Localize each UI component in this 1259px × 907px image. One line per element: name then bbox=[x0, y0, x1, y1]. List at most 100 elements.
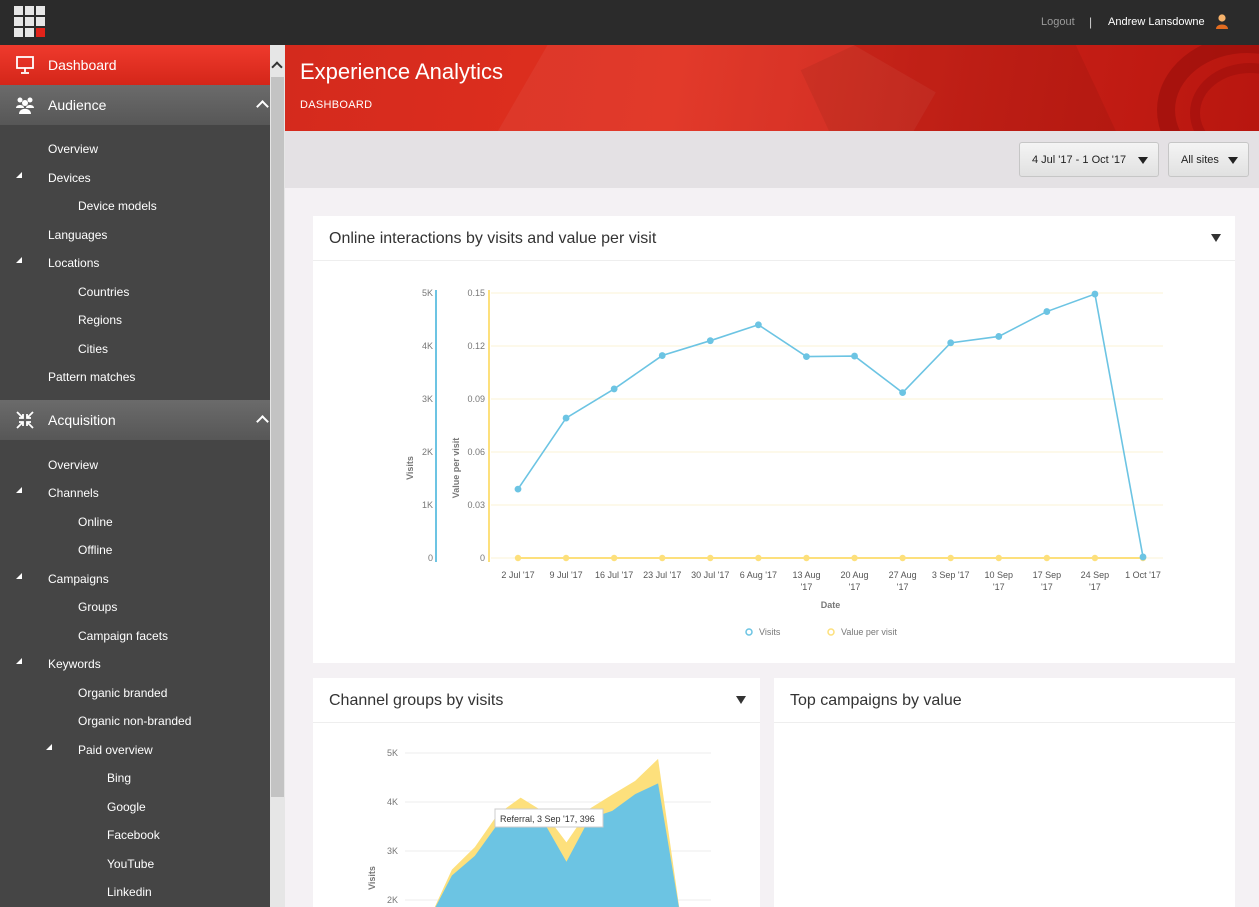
sidebar-item-organic-non-branded[interactable]: Organic non-branded bbox=[78, 714, 191, 728]
user-icon[interactable] bbox=[1215, 13, 1229, 29]
y-tick-label: 2K bbox=[422, 447, 433, 457]
visits-point bbox=[1091, 290, 1099, 298]
sidebar-item-locations[interactable]: Locations bbox=[48, 256, 99, 270]
site-label: All sites bbox=[1181, 154, 1219, 166]
chevron-up-icon[interactable] bbox=[256, 100, 269, 113]
separator: | bbox=[1089, 15, 1093, 29]
visits-point bbox=[1043, 308, 1051, 315]
logout-link[interactable]: Logout bbox=[1041, 16, 1075, 28]
x-tick-label: '17 bbox=[1041, 582, 1053, 592]
sidebar-item-device-models[interactable]: Device models bbox=[78, 199, 157, 213]
y-axis-title: Visits bbox=[405, 456, 415, 480]
visits-point bbox=[803, 353, 810, 360]
x-tick-label: 3 Sep '17 bbox=[932, 570, 970, 580]
y-tick-label: 5K bbox=[422, 288, 433, 298]
chevron-up-icon[interactable] bbox=[256, 415, 269, 428]
x-axis-title: Date bbox=[821, 600, 841, 610]
sidebar-section-acquisition[interactable]: Acquisition bbox=[0, 400, 270, 440]
sidebar-item-campaigns[interactable]: Campaigns bbox=[48, 572, 109, 586]
sidebar-item-campaign-facets[interactable]: Campaign facets bbox=[78, 629, 168, 643]
sidebar-item-languages[interactable]: Languages bbox=[48, 228, 107, 242]
chart-tooltip-text: Referral, 3 Sep '17, 396 bbox=[500, 814, 595, 824]
sidebar-item-online[interactable]: Online bbox=[78, 515, 113, 529]
interactions-chart: 0 1K 2K 3K 4K 5K 0 0.03 0.06 0.09 0.12 0.15 Visits Va… bbox=[405, 288, 1163, 637]
top-bar: Logout | Andrew Lansdowne bbox=[0, 0, 1259, 45]
y2-tick-label: 0.06 bbox=[467, 447, 485, 457]
dropdown-arrow-icon bbox=[1228, 157, 1238, 164]
x-tick-label: 9 Jul '17 bbox=[549, 570, 582, 580]
x-tick-label: '17 bbox=[897, 582, 909, 592]
sidebar: Dashboard Audience Overview Devices Devi… bbox=[0, 45, 270, 907]
sidebar-section-label: Audience bbox=[48, 97, 107, 113]
sidebar-item-facebook[interactable]: Facebook bbox=[107, 828, 160, 842]
y-tick-label: 4K bbox=[422, 341, 433, 351]
x-tick-label: 6 Aug '17 bbox=[740, 570, 777, 580]
sidebar-item-overview[interactable]: Overview bbox=[48, 142, 98, 156]
x-tick-label: 16 Jul '17 bbox=[595, 570, 633, 580]
sidebar-item-organic-branded[interactable]: Organic branded bbox=[78, 686, 167, 700]
top-campaigns-panel: Top campaigns by value bbox=[774, 678, 1235, 907]
y-tick-label: 4K bbox=[387, 797, 398, 807]
sidebar-item-youtube[interactable]: YouTube bbox=[107, 857, 154, 871]
date-range-label: 4 Jul '17 - 1 Oct '17 bbox=[1032, 154, 1127, 166]
sidebar-section-audience[interactable]: Audience bbox=[0, 85, 270, 125]
expanded-triangle-icon[interactable] bbox=[16, 658, 22, 664]
expanded-triangle-icon[interactable] bbox=[16, 172, 22, 178]
sidebar-item-google[interactable]: Google bbox=[107, 800, 146, 814]
sidebar-item-regions[interactable]: Regions bbox=[78, 313, 122, 327]
sidebar-item-offline[interactable]: Offline bbox=[78, 543, 112, 557]
x-tick-label: 13 Aug bbox=[792, 570, 820, 580]
sidebar-item-overview[interactable]: Overview bbox=[48, 458, 98, 472]
visits-point bbox=[562, 414, 570, 422]
sidebar-item-pattern-matches[interactable]: Pattern matches bbox=[48, 370, 135, 384]
y-tick-label: 3K bbox=[387, 846, 398, 856]
sidebar-item-paid-overview[interactable]: Paid overview bbox=[78, 743, 153, 757]
scroll-up-icon[interactable] bbox=[271, 61, 283, 73]
value-per-visit-point bbox=[659, 554, 666, 562]
app-logo[interactable] bbox=[14, 6, 46, 37]
sidebar-item-devices[interactable]: Devices bbox=[48, 171, 91, 185]
x-tick-label: '17 bbox=[993, 582, 1005, 592]
sidebar-item-dashboard[interactable]: Dashboard bbox=[0, 45, 270, 85]
user-name[interactable]: Andrew Lansdowne bbox=[1108, 16, 1205, 28]
value-per-visit-point bbox=[899, 554, 906, 562]
acquisition-icon bbox=[16, 411, 34, 429]
visits-line bbox=[517, 292, 1144, 558]
channel-groups-chart: 2K 3K 4K 5K Visits Referral, 3 Sep '17, 396 bbox=[367, 748, 711, 907]
value-per-visit-point bbox=[514, 554, 522, 562]
sidebar-scrollbar[interactable] bbox=[270, 45, 285, 907]
y-tick-label: 1K bbox=[422, 500, 433, 510]
legend-visits-marker bbox=[745, 628, 753, 636]
x-tick-label: '17 bbox=[801, 582, 813, 592]
banner-decoration bbox=[800, 45, 1130, 131]
expanded-triangle-icon[interactable] bbox=[16, 573, 22, 579]
panel-title: Top campaigns by value bbox=[790, 692, 962, 709]
sidebar-item-keywords[interactable]: Keywords bbox=[48, 657, 101, 671]
sidebar-item-countries[interactable]: Countries bbox=[78, 285, 129, 299]
sidebar-item-channels[interactable]: Channels bbox=[48, 486, 99, 500]
visits-point bbox=[658, 352, 666, 359]
site-dropdown[interactable]: All sites bbox=[1168, 142, 1249, 177]
date-range-dropdown[interactable]: 4 Jul '17 - 1 Oct '17 bbox=[1019, 142, 1159, 177]
interactions-panel: Online interactions by visits and value … bbox=[313, 216, 1235, 663]
scrollbar-thumb[interactable] bbox=[271, 77, 284, 797]
expanded-triangle-icon[interactable] bbox=[46, 744, 52, 750]
sidebar-item-cities[interactable]: Cities bbox=[78, 342, 108, 356]
visits-point bbox=[706, 337, 714, 345]
sidebar-item-linkedin[interactable]: Linkedin bbox=[107, 885, 152, 899]
expanded-triangle-icon[interactable] bbox=[16, 257, 22, 263]
sidebar-item-bing[interactable]: Bing bbox=[107, 771, 131, 785]
expanded-triangle-icon[interactable] bbox=[16, 487, 22, 493]
value-per-visit-point bbox=[1091, 554, 1099, 562]
breadcrumb[interactable]: DASHBOARD bbox=[300, 99, 372, 111]
y2-tick-label: 0.09 bbox=[467, 394, 485, 404]
y-tick-label: 0 bbox=[428, 553, 433, 563]
y2-tick-label: 0.03 bbox=[467, 500, 485, 510]
x-tick-label: '17 bbox=[1089, 582, 1101, 592]
sidebar-item-label: Dashboard bbox=[48, 57, 117, 73]
value-per-visit-point bbox=[562, 554, 570, 562]
page-header: Experience Analytics DASHBOARD bbox=[285, 45, 1259, 131]
y2-tick-label: 0 bbox=[480, 553, 485, 563]
visits-point bbox=[610, 385, 618, 393]
sidebar-item-groups[interactable]: Groups bbox=[78, 600, 117, 614]
